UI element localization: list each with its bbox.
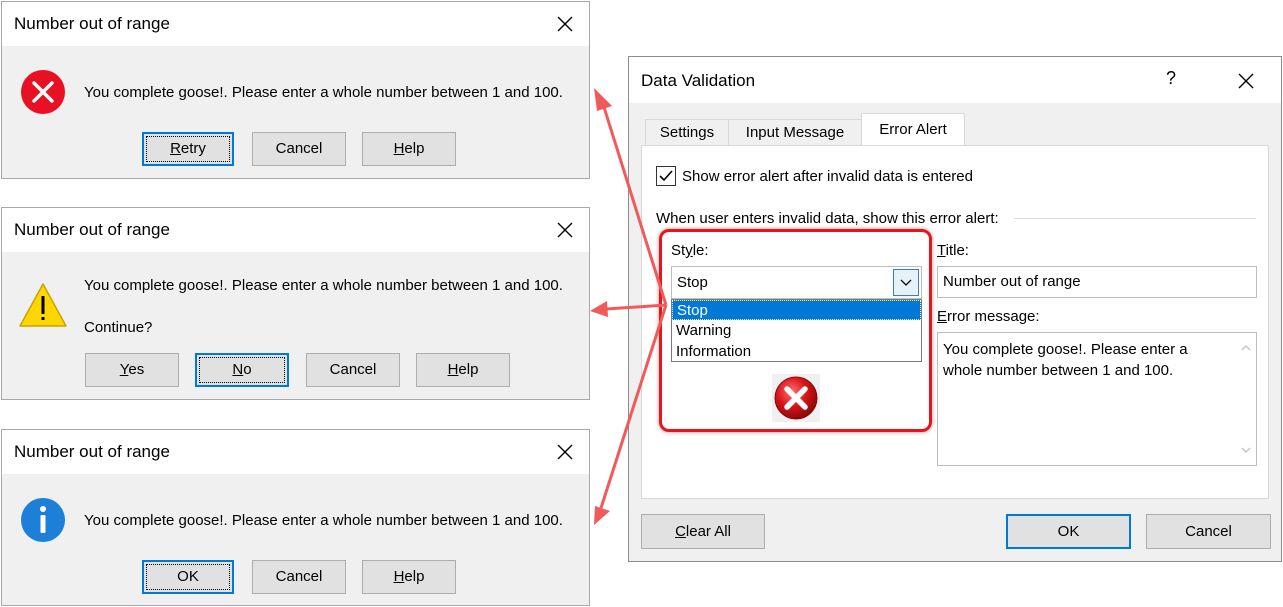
annotation-arrows bbox=[590, 88, 668, 525]
